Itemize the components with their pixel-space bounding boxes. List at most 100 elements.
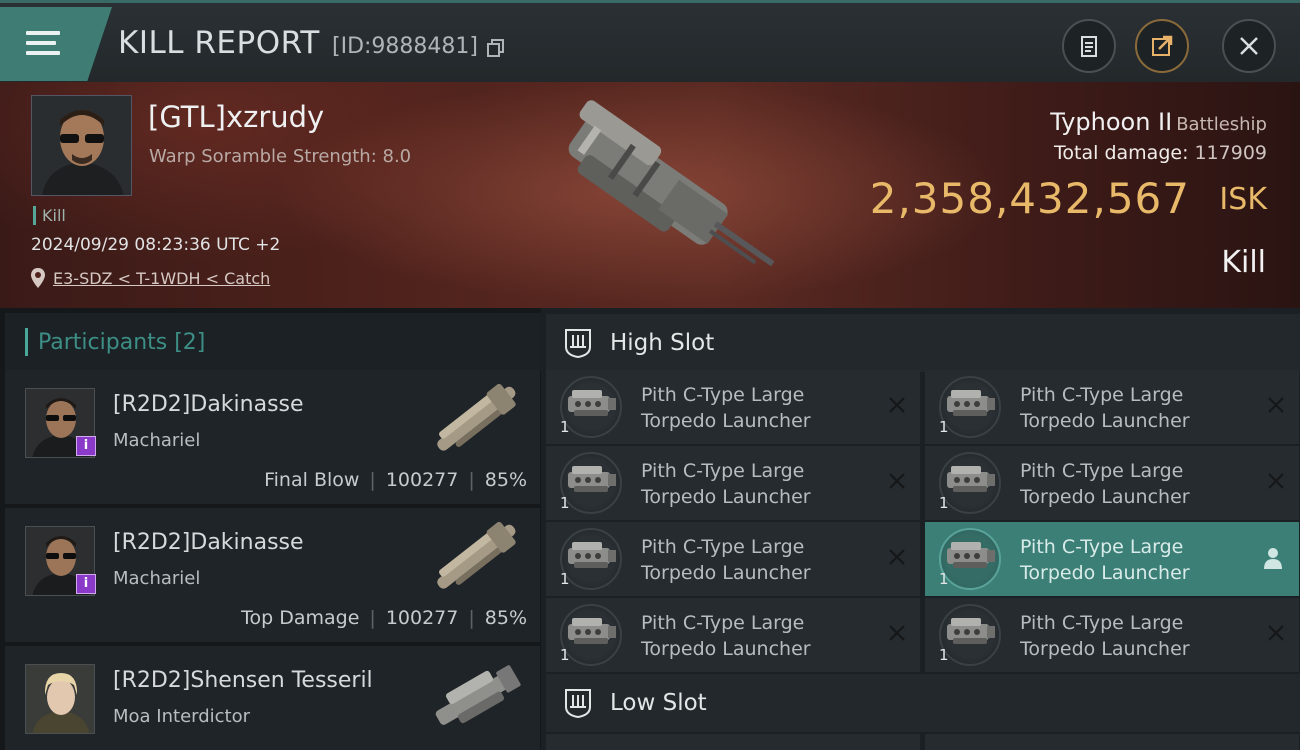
fitting-panel: High Slot 1 Pith C-Type Large Torpedo Laun… bbox=[541, 308, 1300, 750]
module-name-line2: Torpedo Launcher bbox=[1020, 486, 1190, 508]
participant-name: [R2D2]Shensen Tesseril bbox=[113, 668, 373, 693]
offline-x-icon bbox=[1268, 625, 1284, 641]
module-name-line2: Torpedo Launcher bbox=[641, 638, 811, 660]
module-name: Pith C-Type Large Torpedo Launcher bbox=[641, 458, 871, 510]
module-name: Pith C-Type Large Torpedo Launcher bbox=[1020, 534, 1250, 586]
clipboard-icon bbox=[1081, 36, 1097, 57]
torpedo-launcher-icon bbox=[568, 618, 616, 644]
module-name-line2: Torpedo Launcher bbox=[641, 562, 811, 584]
module-quantity: 1 bbox=[560, 418, 570, 436]
torpedo-launcher-icon bbox=[568, 466, 616, 492]
torpedo-launcher-icon bbox=[947, 618, 995, 644]
participants-title: Participants [2] bbox=[38, 329, 206, 355]
module-quantity: 1 bbox=[939, 570, 949, 588]
module-name-line1: Pith C-Type Large bbox=[1020, 536, 1184, 558]
share-button[interactable] bbox=[1135, 19, 1189, 73]
module-slot[interactable]: 1 Pith C-Type Large Torpedo Launcher bbox=[925, 446, 1299, 520]
participant-ship: Moa Interdictor bbox=[113, 706, 251, 727]
clipboard-button[interactable] bbox=[1062, 19, 1116, 73]
participant-row[interactable]: [R2D2]Shensen Tesseril Moa Interdictor bbox=[5, 646, 540, 750]
torpedo-launcher-icon bbox=[947, 390, 995, 416]
module-slot[interactable]: 1 Pith C-Type Large Torpedo Launcher bbox=[546, 370, 920, 444]
isk-value: 2,358,432,567 bbox=[869, 174, 1190, 223]
victim-name[interactable]: [GTL]xzrudy bbox=[148, 100, 324, 134]
module-name-line1: Pith C-Type Large bbox=[1020, 460, 1184, 482]
participant-damage: 100277 bbox=[385, 607, 459, 629]
participant-percent: 85% bbox=[484, 469, 527, 491]
participants-accent-bar bbox=[25, 328, 28, 356]
module-quantity: 1 bbox=[560, 570, 570, 588]
victim-portrait[interactable] bbox=[31, 95, 132, 196]
avatar[interactable] bbox=[25, 664, 95, 734]
module-name-line2: Torpedo Launcher bbox=[1020, 638, 1190, 660]
victim-ship-image[interactable] bbox=[515, 100, 785, 290]
participants-panel: Participants [2] i [R2D2]Dakinasse Macha… bbox=[0, 308, 541, 750]
module-slot[interactable]: 1 Pith C-Type Large Torpedo Launcher bbox=[546, 522, 920, 596]
participant-ship-image bbox=[435, 665, 521, 725]
corp-badge: i bbox=[76, 574, 96, 594]
module-name-line2: Torpedo Launcher bbox=[641, 486, 811, 508]
module-slot[interactable]: 1 Pith C-Type Large Torpedo Launcher bbox=[925, 522, 1299, 596]
kill-timestamp: 2024/09/29 08:23:36 UTC +2 bbox=[31, 235, 281, 255]
low-slot-module-peek[interactable] bbox=[546, 734, 920, 750]
module-name-line2: Torpedo Launcher bbox=[1020, 562, 1190, 584]
module-quantity: 1 bbox=[939, 494, 949, 512]
victim-panel: [GTL]xzrudy Warp Soramble Strength: 8.0 … bbox=[0, 82, 1300, 308]
torpedo-launcher-icon bbox=[568, 390, 616, 416]
module-name-line1: Pith C-Type Large bbox=[641, 460, 805, 482]
participant-damage: 100277 bbox=[385, 469, 459, 491]
module-name-line1: Pith C-Type Large bbox=[1020, 384, 1184, 406]
offline-x-icon bbox=[889, 473, 905, 489]
close-button[interactable] bbox=[1222, 19, 1276, 73]
isk-unit: ISK bbox=[1219, 182, 1267, 217]
participant-ship: Machariel bbox=[113, 568, 201, 589]
module-slot[interactable]: 1 Pith C-Type Large Torpedo Launcher bbox=[925, 598, 1299, 672]
low-slot-header[interactable]: Low Slot bbox=[546, 674, 1300, 732]
copy-icon[interactable] bbox=[487, 39, 505, 57]
module-slot[interactable]: 1 Pith C-Type Large Torpedo Launcher bbox=[546, 598, 920, 672]
torpedo-launcher-icon bbox=[947, 466, 995, 492]
location-link[interactable]: E3-SDZ < T-1WDH < Catch bbox=[53, 269, 270, 288]
low-slot-module-peek[interactable] bbox=[925, 734, 1299, 750]
participant-role: Final Blow bbox=[264, 469, 360, 491]
participant-name: [R2D2]Dakinasse bbox=[113, 392, 304, 417]
low-slot-icon bbox=[565, 689, 591, 719]
high-slot-header[interactable]: High Slot bbox=[546, 314, 1300, 372]
stats-divider: | bbox=[369, 469, 376, 491]
participant-ship: Machariel bbox=[113, 430, 201, 451]
total-damage-value: 117909 bbox=[1194, 142, 1267, 164]
low-slot-label: Low Slot bbox=[610, 690, 707, 716]
module-quantity: 1 bbox=[560, 646, 570, 664]
module-name-line2: Torpedo Launcher bbox=[1020, 410, 1190, 432]
page-title: KILL REPORT bbox=[118, 25, 320, 61]
user-icon bbox=[1264, 548, 1282, 569]
corp-badge: i bbox=[76, 436, 96, 456]
hamburger-menu-icon[interactable] bbox=[26, 31, 62, 59]
module-slot[interactable]: 1 Pith C-Type Large Torpedo Launcher bbox=[925, 370, 1299, 444]
participant-avatar-image bbox=[26, 665, 94, 733]
location-pin-icon bbox=[31, 268, 45, 288]
module-slot[interactable]: 1 Pith C-Type Large Torpedo Launcher bbox=[546, 446, 920, 520]
module-name: Pith C-Type Large Torpedo Launcher bbox=[641, 610, 871, 662]
torpedo-launcher-icon bbox=[568, 542, 616, 568]
module-name: Pith C-Type Large Torpedo Launcher bbox=[641, 382, 871, 434]
module-name-line2: Torpedo Launcher bbox=[641, 410, 811, 432]
high-slot-label: High Slot bbox=[610, 330, 715, 356]
module-quantity: 1 bbox=[939, 646, 949, 664]
module-name: Pith C-Type Large Torpedo Launcher bbox=[1020, 610, 1250, 662]
torpedo-launcher-icon bbox=[947, 542, 995, 568]
participant-row[interactable]: i [R2D2]Dakinasse Machariel Top Damage |… bbox=[5, 508, 540, 642]
module-name: Pith C-Type Large Torpedo Launcher bbox=[1020, 382, 1250, 434]
offline-x-icon bbox=[889, 625, 905, 641]
menu-tab[interactable] bbox=[0, 7, 112, 81]
offline-x-icon bbox=[1268, 473, 1284, 489]
module-name-line1: Pith C-Type Large bbox=[641, 536, 805, 558]
stats-divider: | bbox=[468, 469, 475, 491]
ship-class-text: Battleship bbox=[1176, 114, 1267, 135]
offline-x-icon bbox=[1268, 397, 1284, 413]
participant-ship-image bbox=[437, 521, 516, 589]
participant-row[interactable]: i [R2D2]Dakinasse Machariel Final Blow |… bbox=[5, 370, 540, 504]
participants-header[interactable]: Participants [2] bbox=[5, 313, 541, 371]
offline-x-icon bbox=[889, 549, 905, 565]
header-bar: KILL REPORT [ID:9888481] bbox=[0, 0, 1300, 82]
